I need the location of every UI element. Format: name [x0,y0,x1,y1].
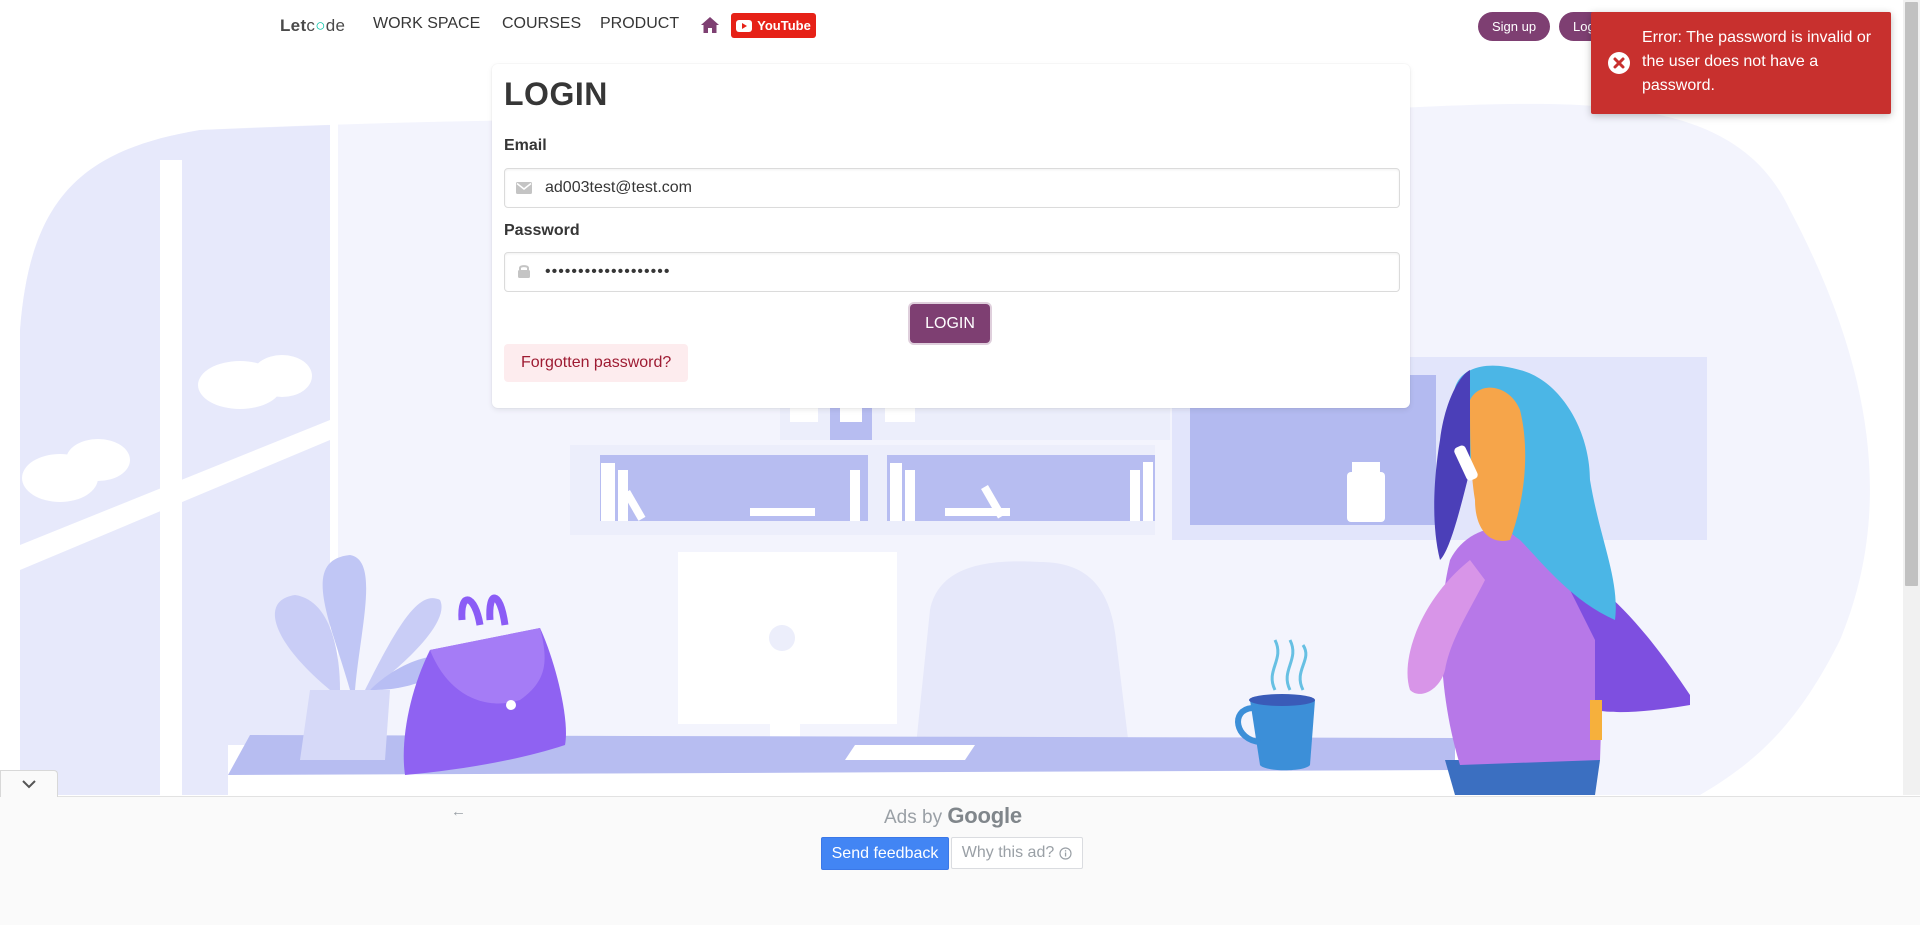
lock-icon [518,265,530,278]
ad-footer: ← Ads by Google Send feedback Why this a… [0,770,1920,925]
login-card: LOGIN Email Password LOGIN Forgotten pas… [492,64,1410,408]
youtube-play-icon [736,19,753,32]
email-field-wrapper [504,168,1400,208]
scrollbar-thumb[interactable] [1905,2,1918,586]
login-button[interactable]: LOGIN [910,304,990,343]
envelope-icon [516,182,532,194]
email-field[interactable] [545,169,1385,207]
email-label: Email [504,137,547,154]
error-icon [1608,52,1630,74]
chevron-down-icon [22,780,36,789]
ad-collapse-button[interactable] [0,770,58,797]
brand-part-de: de [325,16,346,35]
ad-back-arrow-icon[interactable]: ← [451,803,466,820]
ads-by-google: Ads by Google [884,803,1022,829]
password-field[interactable] [545,253,1385,291]
ads-by-label: Ads by [884,807,943,828]
nav-product[interactable]: PRODUCT [600,15,679,33]
brand-part-c: c [306,16,316,35]
password-label: Password [504,222,580,239]
nav-workspace[interactable]: WORK SPACE [373,15,480,33]
brand-part-let: Let [280,16,307,35]
home-icon[interactable] [700,16,720,34]
brand-logo[interactable]: Letc○de [280,16,345,36]
why-this-ad-button[interactable]: Why this ad? [951,837,1083,869]
page-scrollbar[interactable] [1903,0,1920,795]
info-icon [1059,846,1072,860]
login-title: LOGIN [504,76,608,112]
nav-courses[interactable]: COURSES [502,15,581,33]
error-message: Error: The password is invalid or the us… [1642,29,1872,94]
why-this-ad-label: Why this ad? [961,844,1055,861]
error-toast[interactable]: Error: The password is invalid or the us… [1591,12,1891,114]
google-logo: Google [947,803,1022,828]
youtube-button[interactable]: YouTube [731,13,816,38]
send-feedback-button[interactable]: Send feedback [821,837,949,870]
password-field-wrapper [504,252,1400,292]
brand-o-icon: ○ [315,16,326,35]
signup-button[interactable]: Sign up [1478,12,1550,41]
youtube-label: YouTube [757,18,811,33]
forgot-password-button[interactable]: Forgotten password? [504,344,689,382]
